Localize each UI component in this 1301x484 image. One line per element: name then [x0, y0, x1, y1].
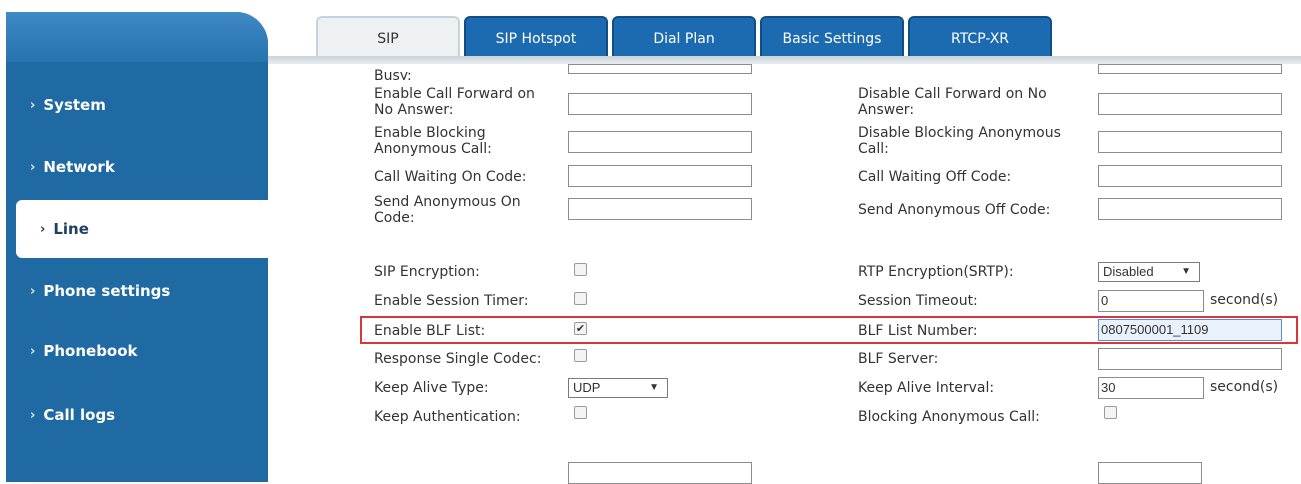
sip-encryption-checkbox[interactable]	[574, 263, 587, 276]
keep-alive-type-value: UDP	[573, 380, 601, 395]
single-codec-label: Response Single Codec:	[374, 351, 542, 367]
fwd-no-answer-disable-label: Disable Call Forward on No Answer:	[858, 86, 1047, 118]
session-timer-label: Enable Session Timer:	[374, 293, 529, 309]
sidebar-item-label: Line	[53, 220, 89, 238]
bottom-input-partial[interactable]	[568, 462, 752, 484]
send-anon-off-label: Send Anonymous Off Code:	[858, 202, 1051, 218]
keep-alive-type-label: Keep Alive Type:	[374, 380, 489, 396]
sidebar-item-label: Phonebook	[43, 342, 138, 360]
call-waiting-off-input[interactable]	[1098, 165, 1282, 187]
session-timer-checkbox[interactable]	[574, 292, 587, 305]
block-anon-disable-input[interactable]	[1098, 131, 1282, 153]
tab-sip-hotspot[interactable]: SIP Hotspot	[464, 16, 608, 60]
keep-auth-checkbox[interactable]	[574, 406, 587, 419]
rtp-encryption-value: Disabled	[1103, 264, 1154, 279]
fwd-no-answer-enable-label: Enable Call Forward on No Answer:	[374, 86, 535, 118]
tab-rtcp-xr[interactable]: RTCP-XR	[908, 16, 1052, 60]
sidebar-item-label: Phone settings	[43, 282, 171, 300]
blf-server-label: BLF Server:	[858, 351, 939, 367]
send-anon-off-input[interactable]	[1098, 198, 1282, 220]
dropdown-arrow-icon: ▼	[1181, 266, 1191, 277]
send-anon-on-label: Send Anonymous On Code:	[374, 194, 521, 226]
call-waiting-on-input[interactable]	[568, 165, 752, 187]
sip-encryption-label: SIP Encryption:	[374, 264, 480, 280]
blf-list-label: Enable BLF List:	[374, 323, 486, 339]
busy-disable-input-partial[interactable]	[1098, 64, 1282, 74]
tab-strip	[268, 56, 1301, 64]
sidebar-header	[6, 12, 268, 62]
block-anon-enable-label: Enable Blocking Anonymous Call:	[374, 125, 492, 157]
single-codec-checkbox[interactable]	[574, 349, 587, 362]
sidebar-item-label: System	[43, 96, 106, 114]
tab-dial-plan[interactable]: Dial Plan	[612, 16, 756, 60]
call-waiting-off-label: Call Waiting Off Code:	[858, 169, 1012, 185]
rtp-encryption-label: RTP Encryption(SRTP):	[858, 264, 1014, 280]
session-timeout-label: Session Timeout:	[858, 293, 978, 309]
bottom-select-partial[interactable]	[1098, 462, 1202, 484]
session-timeout-unit: second(s)	[1210, 292, 1279, 308]
chevron-right-icon: ›	[30, 407, 36, 423]
keep-alive-interval-label: Keep Alive Interval:	[858, 380, 995, 396]
tab-basic-settings[interactable]: Basic Settings	[760, 16, 904, 60]
dropdown-arrow-icon: ▼	[649, 382, 659, 393]
sip-settings-form: Busy: Enable Call Forward on No Answer: …	[268, 64, 1301, 484]
sidebar-item-phonebook[interactable]: › Phonebook	[6, 322, 268, 380]
chevron-right-icon: ›	[30, 97, 36, 113]
blocking-anon-checkbox[interactable]	[1104, 406, 1117, 419]
sidebar-item-phone-settings[interactable]: › Phone settings	[6, 262, 268, 320]
block-anon-disable-label: Disable Blocking Anonymous Call:	[858, 125, 1061, 157]
keep-auth-label: Keep Authentication:	[374, 409, 521, 425]
sidebar-item-call-logs[interactable]: › Call logs	[6, 386, 268, 444]
keep-alive-interval-unit: second(s)	[1210, 379, 1279, 395]
call-waiting-on-label: Call Waiting On Code:	[374, 169, 527, 185]
sidebar-item-line[interactable]: › Line	[16, 200, 268, 258]
fwd-no-answer-disable-input[interactable]	[1098, 93, 1282, 115]
chevron-right-icon: ›	[40, 221, 46, 237]
keep-alive-type-select[interactable]: UDP ▼	[568, 378, 668, 398]
blocking-anon-label: Blocking Anonymous Call:	[858, 409, 1040, 425]
chevron-right-icon: ›	[30, 159, 36, 175]
sidebar-item-network[interactable]: › Network	[6, 138, 268, 196]
sidebar-item-system[interactable]: › System	[6, 76, 268, 134]
block-anon-enable-input[interactable]	[568, 131, 752, 153]
sidebar-item-label: Network	[43, 158, 115, 176]
chevron-right-icon: ›	[30, 283, 36, 299]
blf-list-checkbox[interactable]: ✔	[574, 322, 587, 335]
blf-server-input[interactable]	[1098, 348, 1282, 370]
blf-list-number-label: BLF List Number:	[858, 323, 978, 339]
tab-sip[interactable]: SIP	[316, 16, 460, 60]
fwd-no-answer-enable-input[interactable]	[568, 93, 752, 115]
sidebar: › System › Network › Line › Phone settin…	[6, 12, 268, 482]
busy-input-partial[interactable]	[568, 64, 752, 74]
chevron-right-icon: ›	[30, 343, 36, 359]
rtp-encryption-select[interactable]: Disabled ▼	[1098, 262, 1200, 282]
send-anon-on-input[interactable]	[568, 198, 752, 220]
busy-label: Busy:	[374, 68, 412, 80]
sidebar-item-label: Call logs	[43, 406, 116, 424]
blf-list-number-input[interactable]: 0807500001_1109	[1098, 319, 1282, 341]
session-timeout-input[interactable]: 0	[1098, 290, 1204, 312]
keep-alive-interval-input[interactable]: 30	[1098, 377, 1204, 399]
